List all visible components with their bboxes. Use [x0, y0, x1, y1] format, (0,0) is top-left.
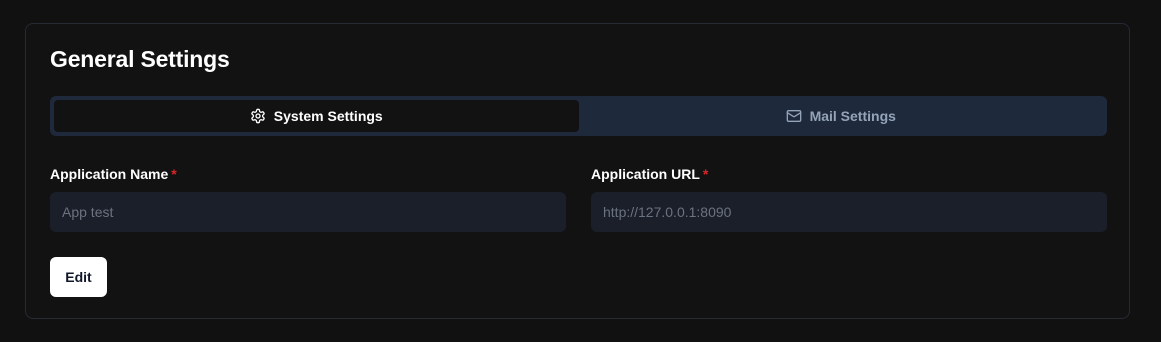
tab-system-settings[interactable]: System Settings: [54, 100, 579, 132]
general-settings-card: General Settings System Settings Mail Se…: [25, 23, 1130, 319]
tab-mail-settings[interactable]: Mail Settings: [579, 100, 1104, 132]
mail-icon: [786, 108, 802, 124]
tab-system-settings-label: System Settings: [273, 108, 383, 124]
application-name-label: Application Name *: [50, 166, 566, 182]
settings-tabs: System Settings Mail Settings: [50, 96, 1107, 136]
page-title: General Settings: [50, 46, 230, 72]
application-name-field: Application Name *: [50, 166, 566, 232]
application-name-input[interactable]: [50, 192, 566, 232]
tab-mail-settings-label: Mail Settings: [809, 108, 896, 124]
required-marker: *: [702, 166, 709, 182]
edit-button[interactable]: Edit: [50, 257, 107, 297]
gear-icon: [250, 108, 266, 124]
application-url-input[interactable]: [591, 192, 1107, 232]
application-url-label-text: Application URL: [591, 166, 700, 182]
application-name-label-text: Application Name: [50, 166, 169, 182]
required-marker: *: [171, 166, 177, 182]
application-url-field: Application URL *: [591, 166, 1107, 232]
application-url-label: Application URL *: [591, 166, 1107, 182]
